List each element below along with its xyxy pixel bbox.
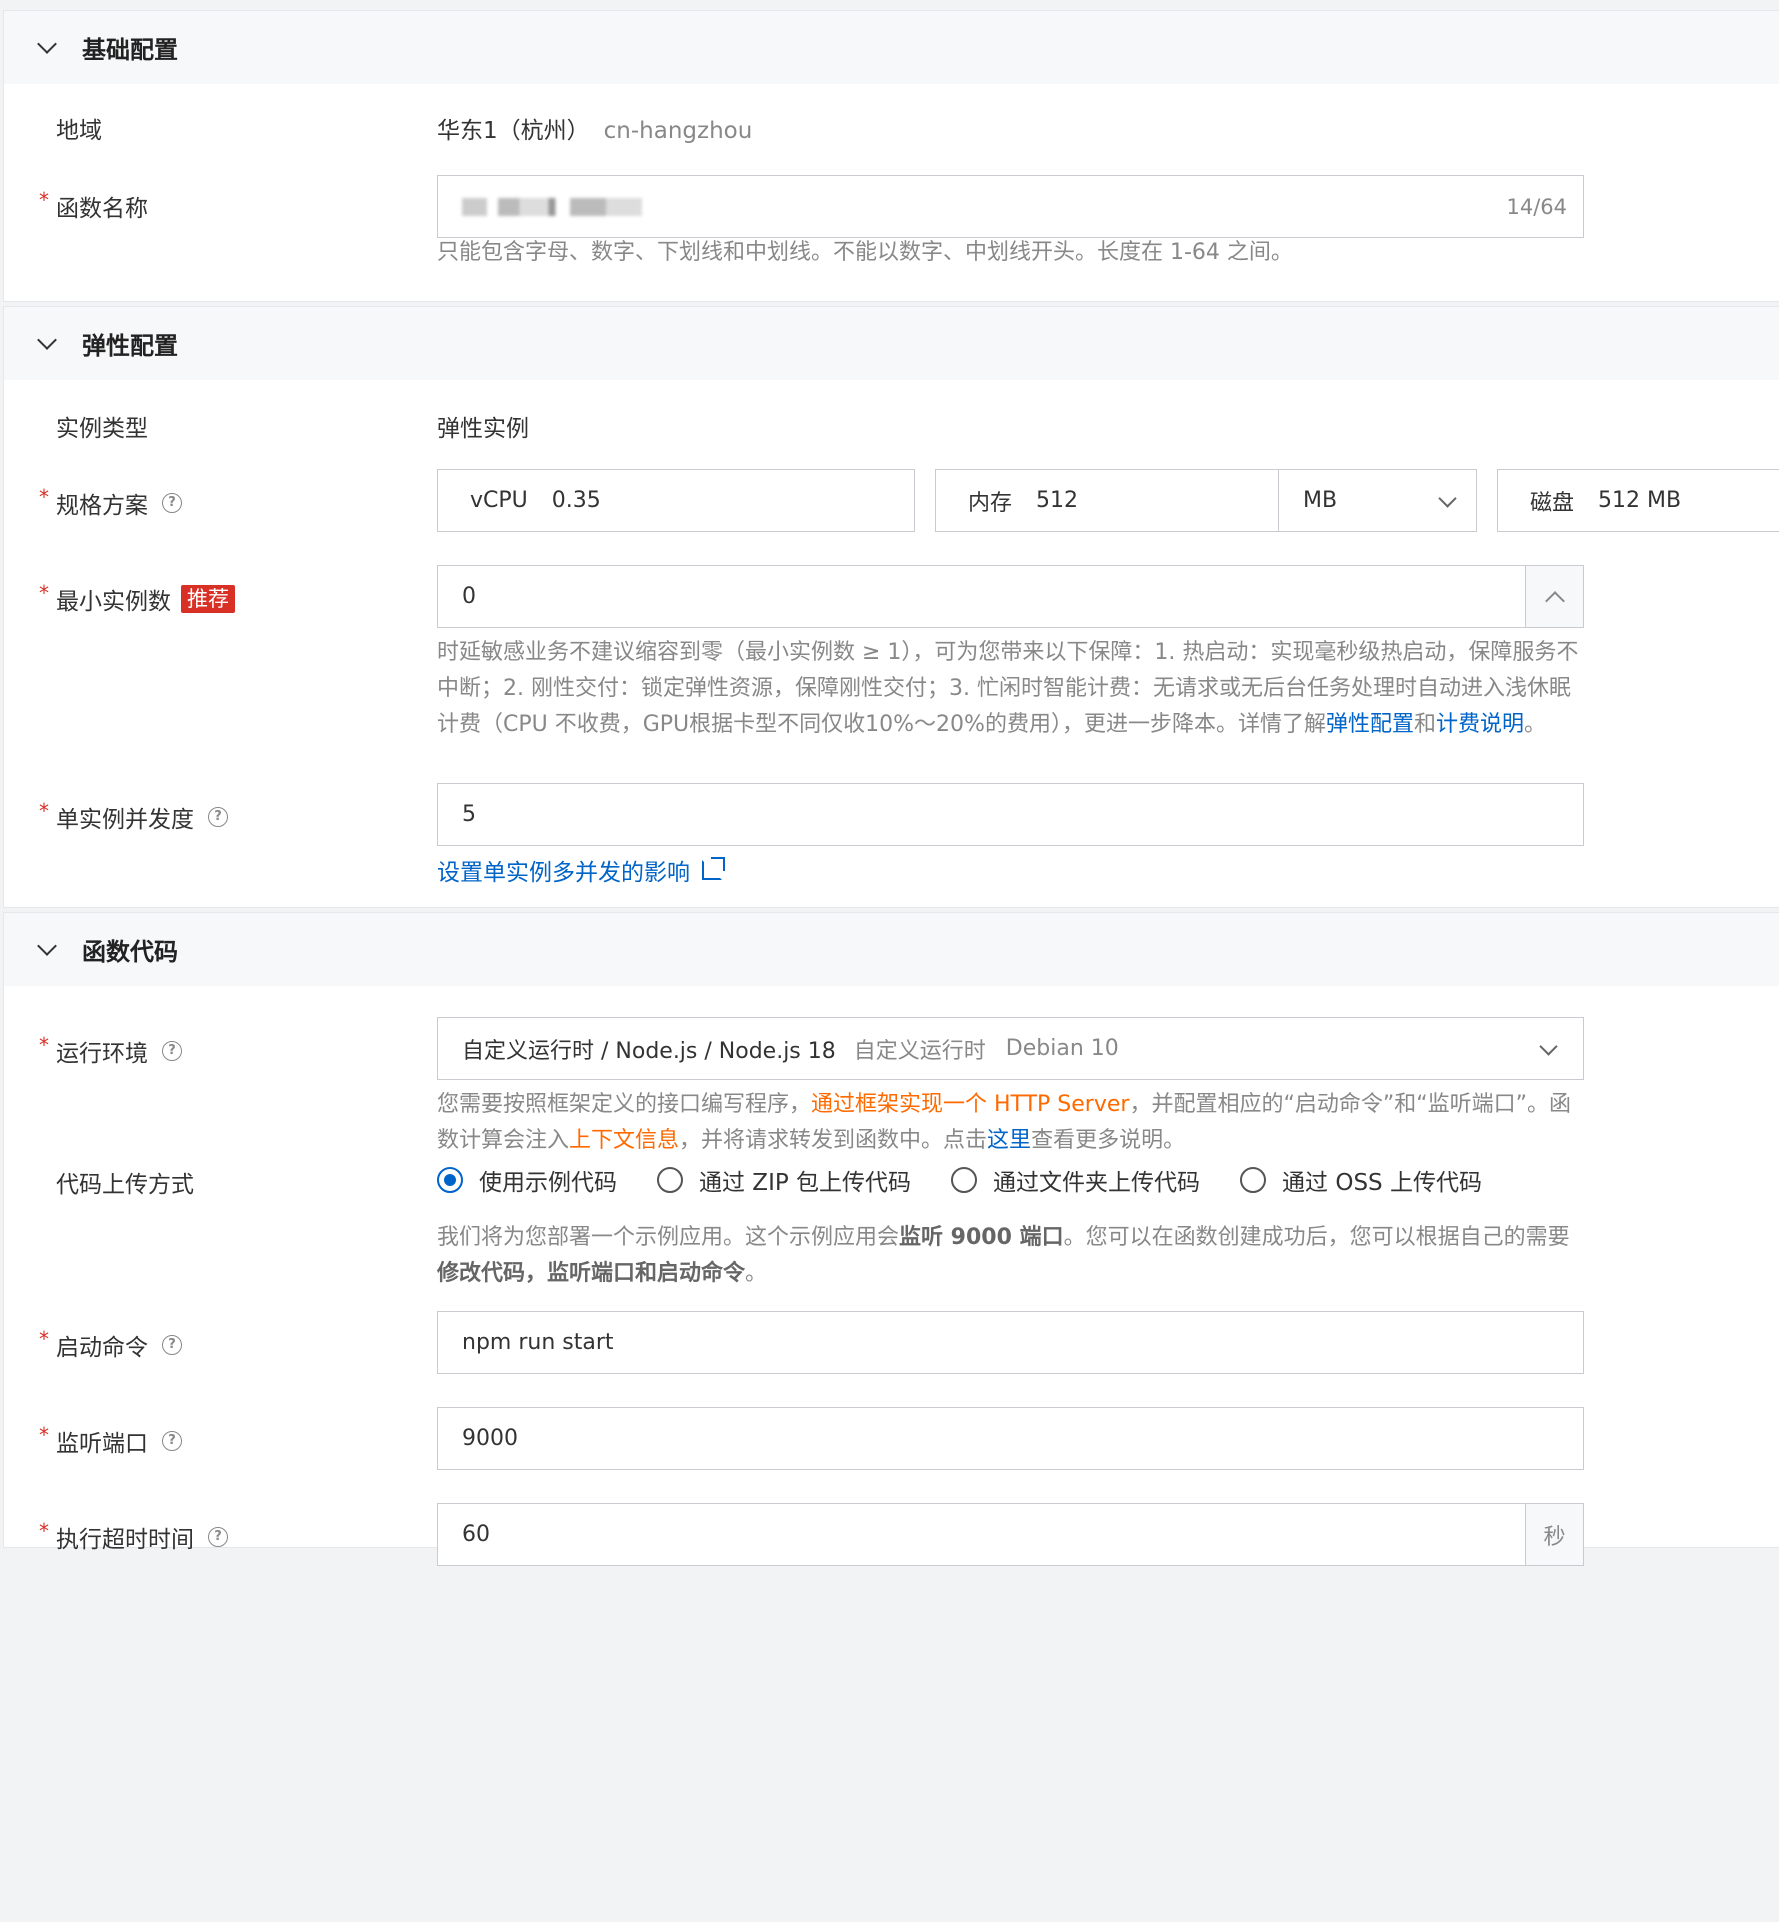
timeout-label: * 执行超时时间 ? bbox=[39, 1519, 228, 1554]
radio-zip-upload[interactable]: 通过 ZIP 包上传代码 bbox=[657, 1163, 911, 1197]
upload-hint: 我们将为您部署一个示例应用。这个示例应用会监听 9000 端口。您可以在函数创建… bbox=[437, 1225, 1570, 1286]
region-value: 华东1（杭州） cn-hangzhou bbox=[437, 111, 752, 145]
required-mark: * bbox=[39, 188, 49, 212]
func-name-label: * 函数名称 bbox=[39, 188, 148, 222]
basic-section: 基础配置 地域 华东1（杭州） cn-hangzhou * 函数名称 14/64 … bbox=[3, 10, 1779, 302]
disk-value: 512 MB bbox=[1598, 488, 1682, 513]
chevron-down-icon bbox=[1539, 1037, 1558, 1056]
recommend-badge: 推荐 bbox=[181, 585, 235, 613]
increment-button[interactable] bbox=[1525, 566, 1583, 627]
runtime-os: Debian 10 bbox=[1005, 1036, 1119, 1061]
help-icon[interactable]: ? bbox=[162, 1431, 182, 1451]
required-mark: * bbox=[39, 799, 49, 823]
code-section: 函数代码 * 运行环境 ? 自定义运行时 / Node.js / Node.js… bbox=[3, 912, 1779, 1566]
min-instances-label: * 最小实例数 推荐 bbox=[39, 581, 235, 616]
vcpu-value: 0.35 bbox=[551, 488, 601, 513]
concurrency-doc-link[interactable]: 设置单实例多并发的影响 bbox=[437, 853, 725, 887]
required-mark: * bbox=[39, 485, 49, 509]
region-name: 华东1（杭州） bbox=[437, 118, 590, 144]
instance-type-value: 弹性实例 bbox=[437, 416, 529, 442]
section-title: 基础配置 bbox=[82, 36, 178, 64]
vcpu-key: vCPU bbox=[470, 488, 528, 513]
instance-type-label: 实例类型 bbox=[56, 416, 148, 442]
chevron-down-icon bbox=[1438, 489, 1457, 508]
memory-unit-select[interactable]: MB bbox=[1278, 469, 1477, 532]
elastic-config-link[interactable]: 弹性配置 bbox=[1326, 712, 1414, 737]
min-instances-value: 0 bbox=[462, 584, 476, 609]
min-instances-hint: 时延敏感业务不建议缩容到零（最小实例数 ≥ 1），可为您带来以下保障：1. 热启… bbox=[437, 640, 1579, 737]
timeout-unit: 秒 bbox=[1525, 1504, 1583, 1565]
billing-link[interactable]: 计费说明 bbox=[1436, 712, 1524, 737]
section-title: 函数代码 bbox=[82, 938, 178, 966]
basic-section-header[interactable]: 基础配置 bbox=[4, 11, 1779, 84]
timeout-input[interactable]: 60 秒 bbox=[437, 1503, 1584, 1566]
port-label: * 监听端口 ? bbox=[39, 1423, 182, 1458]
runtime-label: * 运行环境 ? bbox=[39, 1033, 182, 1068]
help-icon[interactable]: ? bbox=[162, 493, 182, 513]
radio-checked-icon[interactable] bbox=[437, 1167, 463, 1193]
port-input[interactable]: 9000 bbox=[437, 1407, 1584, 1470]
elastic-section: 弹性配置 实例类型 弹性实例 * 规格方案 ? vCPU 0.35 内存 512… bbox=[3, 306, 1779, 908]
concurrency-value: 5 bbox=[462, 802, 476, 827]
func-name-input[interactable]: 14/64 bbox=[437, 175, 1584, 238]
elastic-section-header[interactable]: 弹性配置 bbox=[4, 307, 1779, 380]
timeout-value: 60 bbox=[462, 1522, 490, 1547]
help-icon[interactable]: ? bbox=[162, 1335, 182, 1355]
start-cmd-label: * 启动命令 ? bbox=[39, 1327, 182, 1362]
radio-folder-upload[interactable]: 通过文件夹上传代码 bbox=[951, 1163, 1200, 1197]
radio-icon[interactable] bbox=[951, 1167, 978, 1193]
radio-oss-upload[interactable]: 通过 OSS 上传代码 bbox=[1240, 1163, 1482, 1197]
required-mark: * bbox=[39, 581, 49, 605]
radio-icon[interactable] bbox=[1240, 1167, 1267, 1193]
required-mark: * bbox=[39, 1327, 49, 1351]
start-cmd-input[interactable]: npm run start bbox=[437, 1311, 1584, 1374]
concurrency-label: * 单实例并发度 ? bbox=[39, 799, 228, 834]
chevron-down-icon[interactable] bbox=[37, 935, 57, 956]
func-name-hint: 只能包含字母、数字、下划线和中划线。不能以数字、中划线开头。长度在 1-64 之… bbox=[437, 240, 1293, 265]
upload-method-group: 使用示例代码 通过 ZIP 包上传代码 通过文件夹上传代码 通过 OSS 上传代… bbox=[437, 1163, 1522, 1197]
config-form: 基础配置 地域 华东1（杭州） cn-hangzhou * 函数名称 14/64 … bbox=[3, 10, 1779, 1566]
runtime-value: 自定义运行时 / Node.js / Node.js 18 bbox=[462, 1038, 836, 1064]
required-mark: * bbox=[39, 1519, 49, 1543]
char-counter: 14/64 bbox=[1506, 194, 1567, 219]
chevron-down-icon[interactable] bbox=[37, 33, 57, 54]
runtime-extra: 自定义运行时 bbox=[853, 1038, 986, 1064]
redacted-value bbox=[462, 197, 642, 216]
vcpu-field[interactable]: vCPU 0.35 bbox=[437, 469, 915, 532]
http-server-link[interactable]: 通过框架实现一个 HTTP Server bbox=[811, 1092, 1129, 1117]
required-mark: * bbox=[39, 1423, 49, 1447]
section-title: 弹性配置 bbox=[82, 332, 178, 360]
external-link-icon bbox=[702, 857, 725, 880]
runtime-select[interactable]: 自定义运行时 / Node.js / Node.js 18 自定义运行时 Deb… bbox=[437, 1017, 1584, 1080]
region-code: cn-hangzhou bbox=[603, 118, 753, 144]
disk-field[interactable]: 磁盘 512 MB bbox=[1497, 469, 1779, 532]
code-section-header[interactable]: 函数代码 bbox=[4, 913, 1779, 986]
runtime-hint: 您需要按照框架定义的接口编写程序，通过框架实现一个 HTTP Server，并配… bbox=[437, 1092, 1572, 1153]
arrow-up-icon bbox=[1544, 590, 1565, 611]
help-icon[interactable]: ? bbox=[208, 807, 228, 827]
concurrency-input[interactable]: 5 bbox=[437, 783, 1584, 846]
required-mark: * bbox=[39, 1033, 49, 1057]
spec-label: * 规格方案 ? bbox=[39, 485, 182, 520]
start-cmd-value: npm run start bbox=[462, 1330, 614, 1355]
chevron-down-icon[interactable] bbox=[37, 329, 57, 350]
upload-method-label: 代码上传方式 bbox=[56, 1172, 194, 1198]
here-link[interactable]: 这里 bbox=[987, 1128, 1031, 1153]
help-icon[interactable]: ? bbox=[208, 1527, 228, 1547]
min-instances-input[interactable]: 0 bbox=[437, 565, 1584, 628]
memory-unit: MB bbox=[1303, 488, 1338, 513]
region-label: 地域 bbox=[56, 118, 102, 144]
memory-key: 内存 bbox=[968, 490, 1013, 516]
disk-key: 磁盘 bbox=[1530, 490, 1575, 516]
memory-field[interactable]: 内存 512 bbox=[935, 469, 1280, 532]
radio-icon[interactable] bbox=[657, 1167, 683, 1193]
radio-sample-code[interactable]: 使用示例代码 bbox=[437, 1163, 617, 1197]
memory-value: 512 bbox=[1036, 488, 1079, 513]
help-icon[interactable]: ? bbox=[162, 1041, 182, 1061]
context-info-link[interactable]: 上下文信息 bbox=[569, 1128, 679, 1153]
port-value: 9000 bbox=[462, 1426, 518, 1451]
